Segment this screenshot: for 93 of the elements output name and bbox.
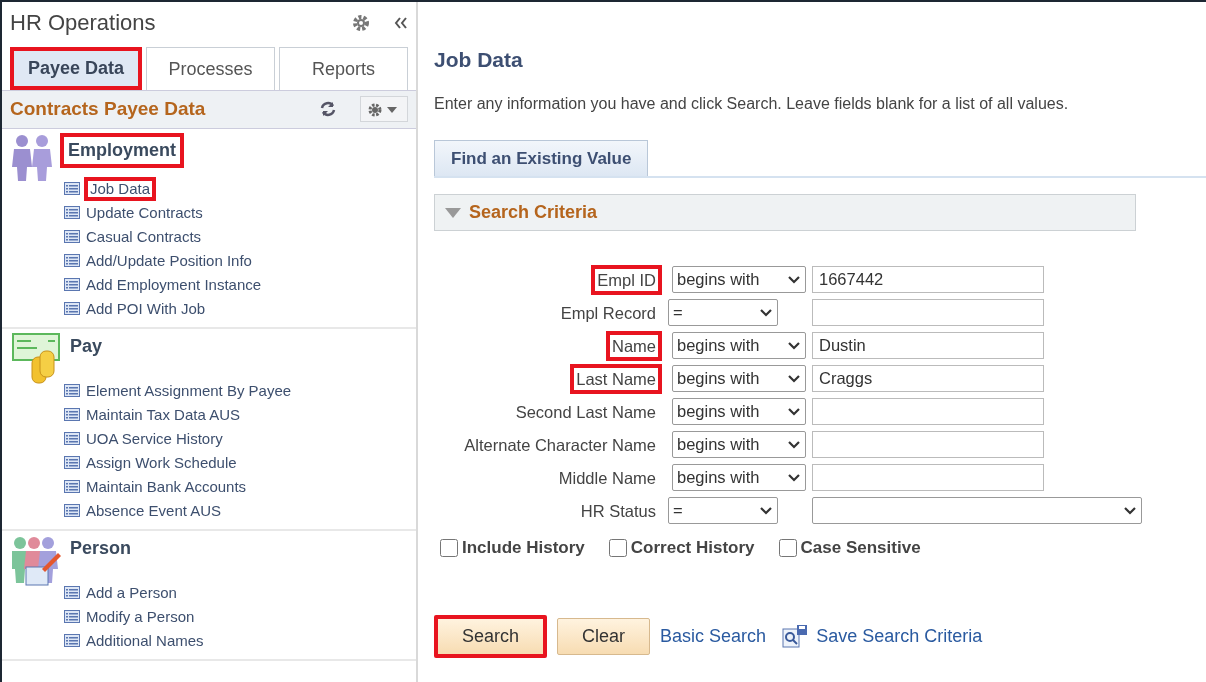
menu-link[interactable]: Element Assignment By Payee [84, 378, 294, 403]
panel-title: HR Operations [10, 9, 156, 37]
section-header[interactable]: Search Criteria [434, 194, 1136, 231]
field-label: Middle Name [557, 467, 657, 489]
menu-link[interactable]: Assign Work Schedule [84, 450, 239, 475]
chevron-down-icon [787, 340, 801, 351]
refresh-icon[interactable] [320, 101, 336, 118]
chevron-down-icon [787, 373, 801, 384]
list-icon [64, 634, 80, 647]
field-label: Last Name [570, 363, 662, 394]
operator-dropdown[interactable]: begins with [672, 365, 806, 392]
checkbox-label: Case Sensitive [800, 537, 921, 559]
text-field[interactable] [812, 464, 1044, 491]
text-field[interactable]: 1667442 [812, 266, 1044, 293]
section-title: Search Criteria [469, 201, 598, 224]
list-icon [64, 408, 80, 421]
operator-dropdown[interactable]: begins with [672, 464, 806, 491]
text-field[interactable] [812, 431, 1044, 458]
operator-dropdown[interactable]: begins with [672, 398, 806, 425]
settings-icon[interactable] [352, 13, 370, 32]
tab[interactable]: Processes [146, 47, 276, 90]
menu-link[interactable]: Absence Event AUS [84, 498, 224, 523]
menu-link[interactable]: Add/Update Position Info [84, 248, 254, 273]
list-icon [64, 610, 80, 623]
list-icon [64, 254, 80, 267]
action-button[interactable]: Clear [557, 617, 651, 655]
list-icon [64, 302, 80, 315]
list-icon [64, 480, 80, 493]
menu-link[interactable]: Additional Names [84, 628, 206, 653]
field-label: Second Last Name [514, 401, 657, 423]
page-title: Job Data [434, 47, 524, 73]
list-icon [64, 586, 80, 599]
basic-search-link[interactable]: Basic Search [660, 622, 767, 650]
group-heading: Person [69, 536, 133, 560]
menu-link[interactable]: Add a Person [84, 580, 179, 605]
field-label: Empl Record [559, 302, 657, 324]
payment-icon [12, 332, 62, 385]
text-field[interactable] [812, 299, 1044, 326]
people-icon [12, 534, 62, 587]
field-label: Empl ID [591, 264, 662, 295]
tab[interactable]: Payee Data [10, 47, 143, 90]
list-icon [64, 206, 80, 219]
chevron-down-icon [1123, 505, 1137, 516]
checkbox[interactable] [778, 538, 797, 557]
text-field[interactable]: Dustin [812, 332, 1044, 359]
list-icon [64, 384, 80, 397]
status-dropdown[interactable] [812, 497, 1142, 524]
chevron-down-icon [787, 406, 801, 417]
menu-link[interactable]: UOA Service History [84, 426, 225, 451]
chevron-down-icon [787, 439, 801, 450]
chevron-down-icon [787, 472, 801, 483]
action-button[interactable]: Search [434, 614, 548, 658]
checkbox[interactable] [608, 538, 627, 557]
field-label: Name [606, 330, 662, 361]
operator-dropdown[interactable]: begins with [672, 431, 806, 458]
save-search-icon[interactable] [782, 624, 809, 648]
operator-dropdown[interactable]: begins with [672, 266, 806, 293]
chevron-down-icon [759, 505, 773, 516]
chevron-down-icon [787, 274, 801, 285]
field-label: HR Status [579, 500, 657, 522]
field-label: Alternate Character Name [463, 434, 657, 456]
text-field[interactable]: Craggs [812, 365, 1044, 392]
checkbox-label: Include History [462, 537, 585, 559]
list-icon [64, 230, 80, 243]
operator-dropdown[interactable]: = [668, 497, 778, 524]
section-title: Contracts Payee Data [10, 97, 206, 121]
checkbox[interactable] [440, 538, 458, 557]
group-heading: Pay [69, 334, 104, 358]
save-search-link[interactable]: Save Search Criteria [816, 622, 983, 650]
checkbox-label: Correct History [630, 537, 755, 559]
menu-link[interactable]: Add Employment Instance [84, 272, 264, 297]
chevron-down-icon [759, 307, 773, 318]
menu-link[interactable]: Maintain Tax Data AUS [84, 402, 242, 427]
list-icon [64, 278, 80, 291]
list-icon [64, 504, 80, 517]
text-field[interactable] [812, 398, 1044, 425]
group-heading: Employment [60, 132, 185, 168]
tab[interactable]: Find an Existing Value [434, 139, 649, 176]
menu-link[interactable]: Job Data [84, 176, 157, 201]
menu-link[interactable]: Update Contracts [84, 200, 205, 225]
list-icon [64, 456, 80, 469]
menu-link[interactable]: Casual Contracts [84, 224, 204, 249]
collapse-triangle-icon[interactable] [445, 207, 461, 218]
list-icon [64, 432, 80, 445]
tab[interactable]: Reports [279, 47, 408, 90]
instructions-text: Enter any information you have and click Search. Leave fields blank for a list of all values. [434, 93, 1070, 114]
operator-dropdown[interactable]: begins with [672, 332, 806, 359]
menu-link[interactable]: Add POI With Job [84, 296, 208, 321]
operator-dropdown[interactable]: = [668, 299, 778, 326]
menu-link[interactable]: Maintain Bank Accounts [84, 474, 249, 499]
list-icon [64, 182, 80, 195]
collapse-icon[interactable] [394, 15, 408, 30]
menu-link[interactable]: Modify a Person [84, 604, 197, 629]
